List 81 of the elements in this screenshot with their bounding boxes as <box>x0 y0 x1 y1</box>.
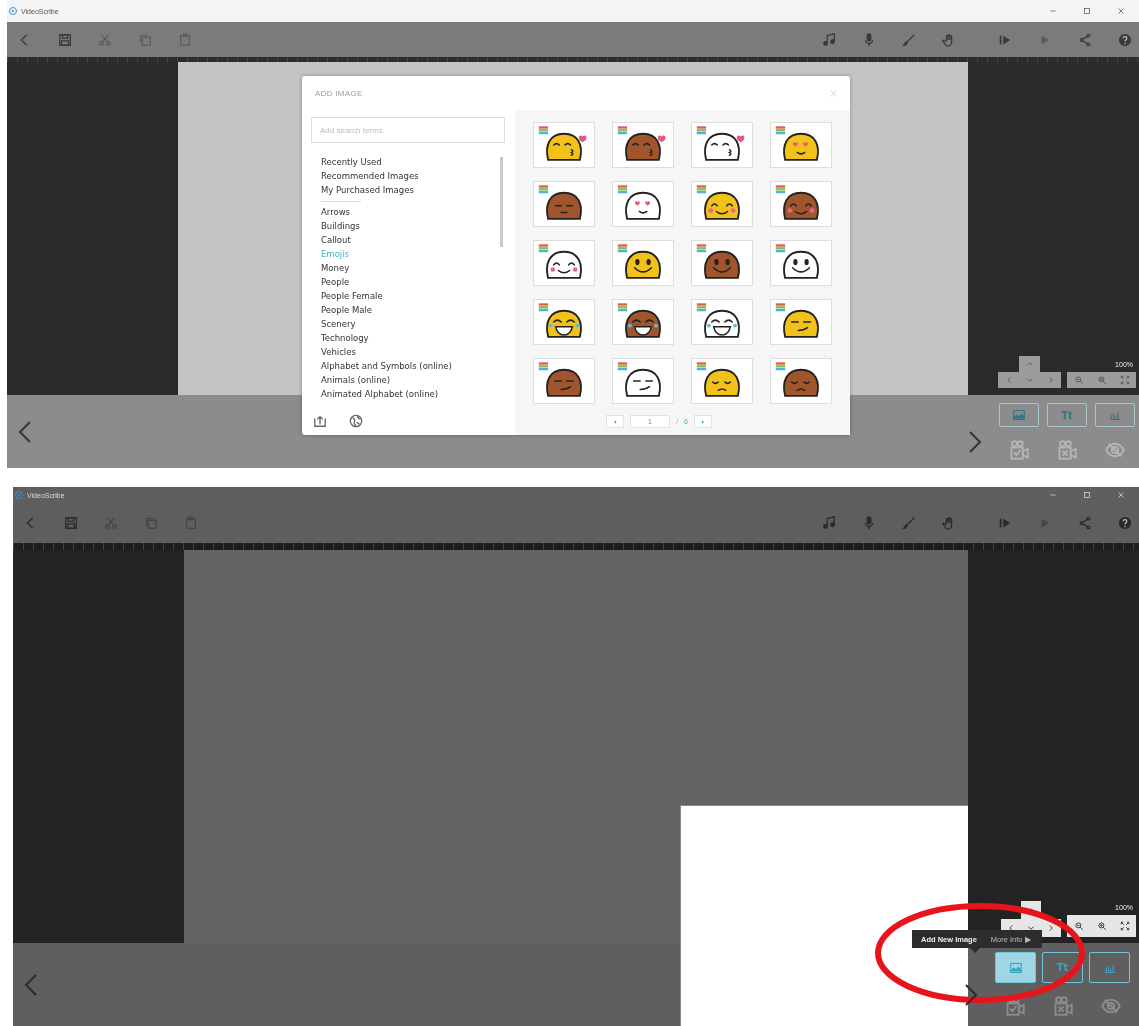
help-button[interactable] <box>1118 32 1132 47</box>
category-item[interactable]: Buildings <box>321 219 506 233</box>
close-button[interactable] <box>1117 7 1125 15</box>
app-logo-icon <box>9 7 17 15</box>
image-thumbnail[interactable] <box>691 181 753 227</box>
previous-scene-button[interactable] <box>17 419 33 444</box>
add-image-button[interactable] <box>999 403 1039 427</box>
microphone-button[interactable] <box>862 516 876 530</box>
category-item[interactable]: People Male <box>321 303 506 317</box>
previous-scene-button[interactable] <box>23 972 39 997</box>
save-button[interactable] <box>64 516 78 530</box>
image-icon <box>1008 961 1023 974</box>
image-thumbnail[interactable] <box>770 181 832 227</box>
category-item[interactable]: Animated Alphabet (online) <box>321 387 506 401</box>
fit-screen-button[interactable] <box>1113 915 1136 937</box>
scrollbar-thumb[interactable] <box>500 157 503 247</box>
image-thumbnail[interactable] <box>691 122 753 168</box>
image-thumbnail[interactable] <box>691 240 753 286</box>
brush-button[interactable] <box>902 32 916 47</box>
add-image-button[interactable] <box>995 952 1036 983</box>
category-item[interactable]: Vehicles <box>321 345 506 359</box>
music-note-button[interactable] <box>822 32 836 47</box>
image-thumbnail[interactable] <box>691 358 753 404</box>
image-icon <box>1012 409 1026 421</box>
save-button[interactable] <box>58 32 72 47</box>
zoom-in-icon <box>1096 921 1107 931</box>
app-logo-icon <box>15 491 23 499</box>
image-thumbnail[interactable] <box>612 181 674 227</box>
share-button[interactable] <box>1078 516 1092 530</box>
image-thumbnail[interactable] <box>533 181 595 227</box>
category-item[interactable]: Callout <box>321 233 506 247</box>
add-chart-button[interactable] <box>1089 952 1130 983</box>
image-thumbnail[interactable] <box>691 299 753 345</box>
expand-icon <box>1119 375 1130 385</box>
category-item[interactable]: People Female <box>321 289 506 303</box>
zoom-in-icon <box>1096 375 1107 385</box>
play-from-button[interactable] <box>998 516 1012 530</box>
image-thumbnail[interactable] <box>612 299 674 345</box>
brush-button[interactable] <box>902 516 916 530</box>
search-field[interactable]: Add search terms <box>311 117 505 143</box>
zoom-out-button[interactable] <box>1067 372 1090 388</box>
image-thumbnail[interactable] <box>533 299 595 345</box>
upload-icon[interactable] <box>313 414 327 428</box>
image-thumbnail[interactable] <box>770 122 832 168</box>
image-thumbnail[interactable] <box>770 358 832 404</box>
help-button[interactable] <box>1118 516 1132 530</box>
image-thumbnail[interactable] <box>770 299 832 345</box>
category-item[interactable]: Recommended Images <box>321 169 506 183</box>
minimize-button[interactable] <box>1049 7 1057 15</box>
category-item[interactable]: Recently Used <box>321 155 506 169</box>
image-thumbnail[interactable] <box>533 240 595 286</box>
next-scene-button[interactable] <box>963 982 979 1007</box>
category-item[interactable]: Technology <box>321 331 506 345</box>
minimize-button[interactable] <box>1049 491 1057 499</box>
microphone-button[interactable] <box>862 32 876 47</box>
caret-right-icon <box>699 418 706 425</box>
image-thumbnail[interactable] <box>533 358 595 404</box>
caret-left-icon <box>612 418 618 425</box>
category-item[interactable]: Animals (online) <box>321 373 506 387</box>
category-item[interactable]: Alphabet and Symbols (online) <box>321 359 506 373</box>
image-thumbnail[interactable] <box>612 240 674 286</box>
category-item[interactable]: People <box>321 275 506 289</box>
zoom-out-icon <box>1073 921 1084 931</box>
add-chart-button[interactable] <box>1095 403 1135 427</box>
image-thumbnail[interactable] <box>612 358 674 404</box>
fit-screen-button[interactable] <box>1113 372 1136 388</box>
globe-icon[interactable] <box>349 414 363 428</box>
image-thumbnail[interactable] <box>770 240 832 286</box>
expand-icon <box>1119 921 1130 931</box>
maximize-button[interactable] <box>1083 7 1091 15</box>
zoom-out-icon <box>1073 375 1084 385</box>
category-item[interactable]: Arrows <box>321 205 506 219</box>
bar-chart-icon <box>1108 409 1122 421</box>
category-item[interactable]: My Purchased Images <box>321 183 506 197</box>
dialog-title: ADD IMAGE <box>315 88 363 98</box>
share-button[interactable] <box>1078 32 1092 47</box>
category-item[interactable]: Scenery <box>321 317 506 331</box>
image-thumbnail[interactable] <box>612 122 674 168</box>
music-note-button[interactable] <box>822 516 836 530</box>
image-thumbnail[interactable] <box>533 122 595 168</box>
category-item[interactable]: Money <box>321 261 506 275</box>
